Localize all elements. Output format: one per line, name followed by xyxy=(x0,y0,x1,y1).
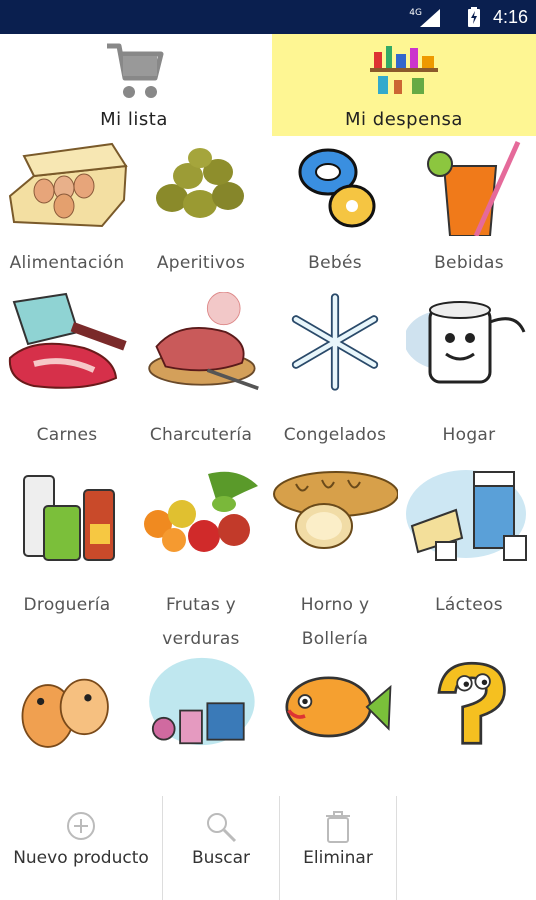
category-drogueria[interactable]: Droguería xyxy=(0,466,134,636)
search-button[interactable]: Buscar xyxy=(163,796,279,900)
bread-icon xyxy=(273,471,398,549)
bottom-action-bar: Nuevo producto Buscar Eliminar xyxy=(0,796,536,900)
cold-cuts-icon xyxy=(148,292,259,391)
category-label: Hogar xyxy=(442,425,496,445)
category-horno-y-bolleria[interactable]: Horno y Bollería xyxy=(268,466,402,649)
category-carnes[interactable]: Carnes xyxy=(0,292,134,462)
category-alimentacion[interactable]: Alimentación xyxy=(0,136,134,306)
category-label-line2: verduras xyxy=(162,629,240,649)
new-product-button[interactable]: Nuevo producto xyxy=(0,796,162,900)
fish-icon xyxy=(285,676,392,738)
cleaning-products-icon xyxy=(23,475,115,561)
toilet-paper-icon xyxy=(406,301,526,384)
trash-icon xyxy=(326,811,350,843)
category-otros[interactable] xyxy=(402,656,536,796)
fruits-vegetables-icon xyxy=(144,471,258,552)
category-label: Congelados xyxy=(283,425,387,445)
add-circle-icon xyxy=(67,812,95,840)
pacifier-icon xyxy=(298,148,376,228)
tab-label: Mi despensa xyxy=(345,109,463,130)
pets-icon xyxy=(21,678,109,748)
tab-label: Mi lista xyxy=(100,109,168,130)
button-label: Buscar xyxy=(191,848,251,868)
search-icon xyxy=(207,813,237,843)
button-label: Eliminar xyxy=(303,848,373,868)
divider xyxy=(396,796,397,900)
tab-mi-lista[interactable]: Mi lista xyxy=(0,34,268,136)
category-lacteos[interactable]: Lácteos xyxy=(402,466,536,636)
category-bebidas[interactable]: Bebidas xyxy=(402,136,536,306)
perfume-icon xyxy=(149,657,255,746)
cart-icon xyxy=(107,43,164,98)
signal-icon xyxy=(420,9,440,27)
category-label: Bebés xyxy=(308,253,362,273)
category-label-line2: Bollería xyxy=(301,629,369,649)
category-hogar[interactable]: Hogar xyxy=(402,292,536,462)
category-label: Alimentación xyxy=(9,253,125,273)
dairy-icon xyxy=(406,470,527,561)
delete-button[interactable]: Eliminar xyxy=(280,796,396,900)
category-pescados[interactable] xyxy=(268,656,402,796)
category-congelados[interactable]: Congelados xyxy=(268,292,402,462)
drink-glass-icon xyxy=(427,140,521,236)
status-bar: 4G 4:16 xyxy=(0,0,536,34)
button-label: Nuevo producto xyxy=(13,848,149,868)
tab-bar: Mi lista Mi despensa xyxy=(0,34,536,136)
snowflake-icon xyxy=(291,293,379,391)
category-label: Charcutería xyxy=(149,425,253,445)
category-label: Carnes xyxy=(36,425,98,445)
clock: 4:16 xyxy=(492,7,528,27)
eggs-carton-icon xyxy=(8,142,128,228)
category-label: Aperitivos xyxy=(156,253,246,273)
meat-cleaver-icon xyxy=(8,292,127,389)
olives-icon xyxy=(156,148,244,218)
category-grid: Alimentación Aperitivos Bebés Bebidas Ca… xyxy=(0,136,536,796)
category-perfumeria[interactable] xyxy=(134,656,268,796)
category-label: Bebidas xyxy=(434,253,504,273)
tab-mi-despensa[interactable]: Mi despensa xyxy=(272,34,536,136)
category-label: Frutas y xyxy=(165,595,237,615)
category-mascotas[interactable] xyxy=(0,656,134,796)
category-charcuteria[interactable]: Charcutería xyxy=(134,292,268,462)
battery-icon xyxy=(468,7,480,27)
category-aperitivos[interactable]: Aperitivos xyxy=(134,136,268,306)
question-mark-icon xyxy=(437,661,506,745)
category-bebes[interactable]: Bebés xyxy=(268,136,402,306)
category-frutas-y-verduras[interactable]: Frutas y verduras xyxy=(134,466,268,649)
category-label: Lácteos xyxy=(435,595,503,615)
category-label: Droguería xyxy=(23,595,111,615)
category-label: Horno y xyxy=(300,595,370,615)
pantry-shelf-icon xyxy=(370,46,438,94)
